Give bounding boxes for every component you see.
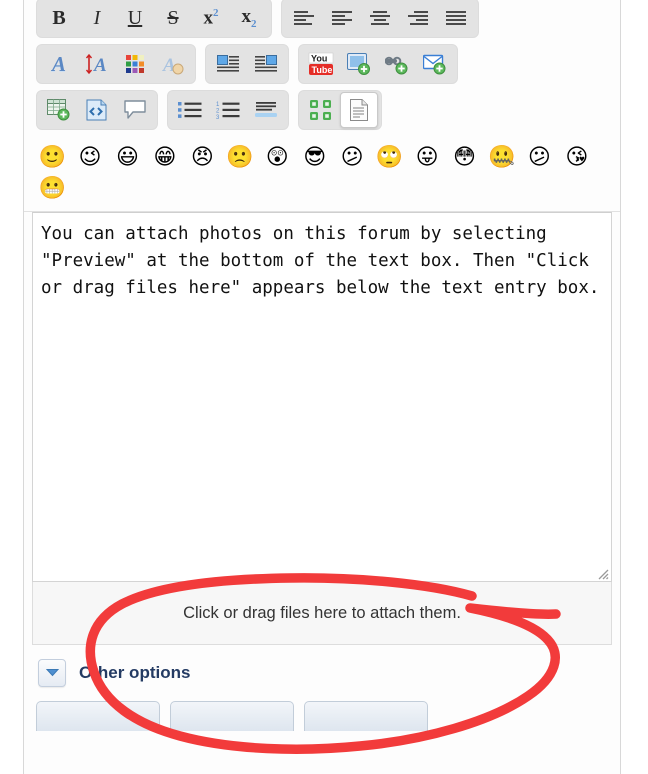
textarea-resize-handle[interactable] — [595, 566, 609, 580]
align-center-icon[interactable] — [361, 0, 399, 36]
insert-table-icon[interactable] — [40, 92, 78, 128]
float-left-icon[interactable] — [209, 46, 247, 82]
insert-email-icon[interactable] — [416, 46, 454, 82]
italic-icon[interactable]: I — [78, 0, 116, 36]
text-format-group: B I U S x2 x2 — [36, 0, 272, 38]
svg-text:2: 2 — [216, 109, 220, 115]
float-right-icon[interactable] — [247, 46, 285, 82]
emoji-cool[interactable]: 😎 — [298, 142, 331, 173]
svg-text:1: 1 — [216, 102, 220, 108]
emoji-row-2: 😬 — [36, 173, 620, 204]
insert-code-icon[interactable] — [78, 92, 116, 128]
list-group: 1 2 3 — [167, 90, 289, 130]
horizontal-rule-icon[interactable] — [247, 92, 285, 128]
subscript-icon[interactable]: x2 — [230, 0, 268, 36]
other-options-row: Other options — [24, 645, 620, 687]
emoji-cheesy[interactable]: 😃 — [111, 142, 144, 173]
source-view-icon[interactable] — [340, 92, 378, 128]
align-right-icon[interactable] — [399, 0, 437, 36]
insert-link-icon[interactable] — [378, 46, 416, 82]
emoji-picker: 🙂 😉 😃 😁 😠 🙁 😲 😎 😕 🙄 😛 😳 🤐 😕 😘 😬 — [24, 136, 620, 212]
emoji-grin[interactable]: 😁 — [148, 142, 181, 173]
svg-text:A: A — [93, 55, 107, 75]
remove-formatting-icon[interactable]: A — [154, 46, 192, 82]
align-justify-icon[interactable] — [437, 0, 475, 36]
align-left-icon[interactable] — [285, 0, 323, 36]
insert-media-group: You Tube — [298, 44, 458, 84]
action-button-1[interactable] — [36, 701, 160, 731]
toolbar-row-3: 1 2 3 — [24, 90, 620, 136]
emoji-cry[interactable]: 😬 — [36, 173, 69, 204]
emoji-lipssealed[interactable]: 🤐 — [485, 142, 518, 173]
emoji-kiss[interactable]: 😘 — [560, 142, 593, 173]
post-editor-frame: B I U S x2 x2 A A A You Tube 1 2 3 🙂 😉 😃… — [23, 0, 621, 774]
emoji-shocked[interactable]: 😲 — [261, 142, 294, 173]
post-message-textarea[interactable] — [33, 213, 611, 581]
font-color-icon[interactable] — [116, 46, 154, 82]
emoji-rolleyes[interactable]: 🙄 — [373, 142, 406, 173]
emoji-row-1: 🙂 😉 😃 😁 😠 🙁 😲 😎 😕 🙄 😛 😳 🤐 😕 😘 — [36, 142, 620, 173]
emoji-embarrassed[interactable]: 😳 — [448, 142, 481, 173]
other-options-toggle-button[interactable] — [38, 659, 66, 687]
strikethrough-icon[interactable]: S — [154, 0, 192, 36]
maximize-icon[interactable] — [302, 92, 340, 128]
emoji-wink[interactable]: 😉 — [73, 142, 106, 173]
action-button-3[interactable] — [304, 701, 428, 731]
font-group: A A A — [36, 44, 196, 84]
view-group — [298, 90, 382, 130]
toolbar-row-2: A A A You Tube — [24, 44, 620, 90]
font-family-icon[interactable]: A — [40, 46, 78, 82]
insert-quote-icon[interactable] — [116, 92, 154, 128]
bullet-list-icon[interactable] — [171, 92, 209, 128]
form-action-buttons — [24, 687, 620, 731]
attachment-drop-zone-label: Click or drag files here to attach them. — [183, 603, 461, 622]
emoji-undecided[interactable]: 😕 — [523, 142, 556, 173]
emoji-tongue[interactable]: 😛 — [411, 142, 444, 173]
insert-image-icon[interactable] — [340, 46, 378, 82]
other-options-label: Other options — [79, 663, 191, 682]
underline-icon[interactable]: U — [116, 0, 154, 36]
emoji-sad[interactable]: 🙁 — [223, 142, 256, 173]
youtube-icon[interactable]: You Tube — [302, 46, 340, 82]
numbered-list-icon[interactable]: 1 2 3 — [209, 92, 247, 128]
align-left-alt-icon[interactable] — [323, 0, 361, 36]
font-size-icon[interactable]: A — [78, 46, 116, 82]
svg-text:Tube: Tube — [312, 65, 333, 75]
insert-block-group — [36, 90, 158, 130]
attachment-drop-zone[interactable]: Click or drag files here to attach them. — [32, 582, 612, 645]
bold-icon[interactable]: B — [40, 0, 78, 36]
emoji-huh[interactable]: 😕 — [336, 142, 369, 173]
toolbar-row-1: B I U S x2 x2 — [24, 0, 620, 44]
svg-text:You: You — [311, 54, 327, 64]
emoji-angry[interactable]: 😠 — [186, 142, 219, 173]
svg-text:3: 3 — [216, 115, 220, 119]
editor-toolbar: B I U S x2 x2 A A A You Tube 1 2 3 — [24, 0, 620, 136]
chevron-down-icon — [45, 664, 59, 682]
emoji-smile[interactable]: 🙂 — [36, 142, 69, 173]
float-group — [205, 44, 289, 84]
text-entry-box — [32, 212, 612, 582]
action-button-2[interactable] — [170, 701, 294, 731]
alignment-group — [281, 0, 479, 38]
superscript-icon[interactable]: x2 — [192, 0, 230, 36]
